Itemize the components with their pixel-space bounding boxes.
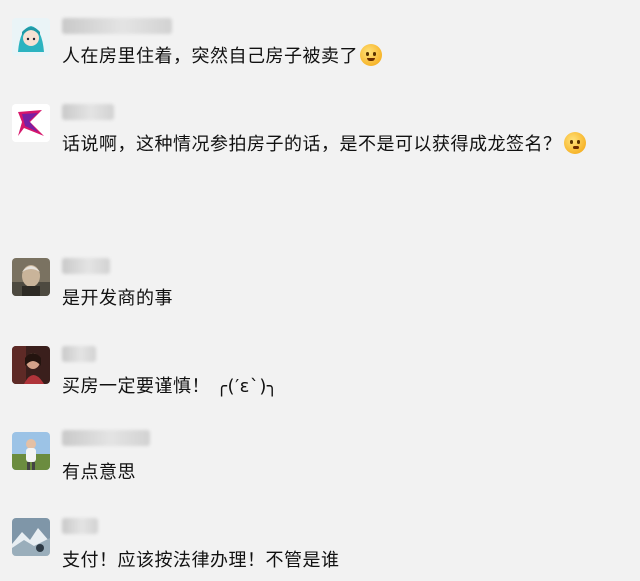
username-blurred [62,430,150,446]
comment-text: 买房一定要谨慎！ ╭(′ε`)╮ [62,376,279,397]
avatar[interactable] [12,258,50,296]
avatar[interactable] [12,346,50,384]
thinking-face-emoji [563,132,586,154]
avatar[interactable] [12,518,50,556]
username-blurred [62,518,98,534]
comment-text: 支付！应该按法律办理！不管是谁 [62,550,340,571]
avatar[interactable] [12,18,50,56]
avatar[interactable] [12,104,50,142]
username-blurred [62,18,172,34]
comment-text: 人在房里住着，突然自己房子被卖了 [62,42,382,68]
comment-text: 是开发商的事 [62,288,173,309]
avatar[interactable] [12,432,50,470]
username-blurred [62,346,96,362]
username-blurred [62,258,110,274]
comment-text: 有点意思 [62,462,136,483]
grinning-face-emoji [360,44,382,66]
username-blurred [62,104,114,120]
comment-text: 话说啊，这种情况参拍房子的话，是不是可以获得成龙签名？ [62,130,586,156]
